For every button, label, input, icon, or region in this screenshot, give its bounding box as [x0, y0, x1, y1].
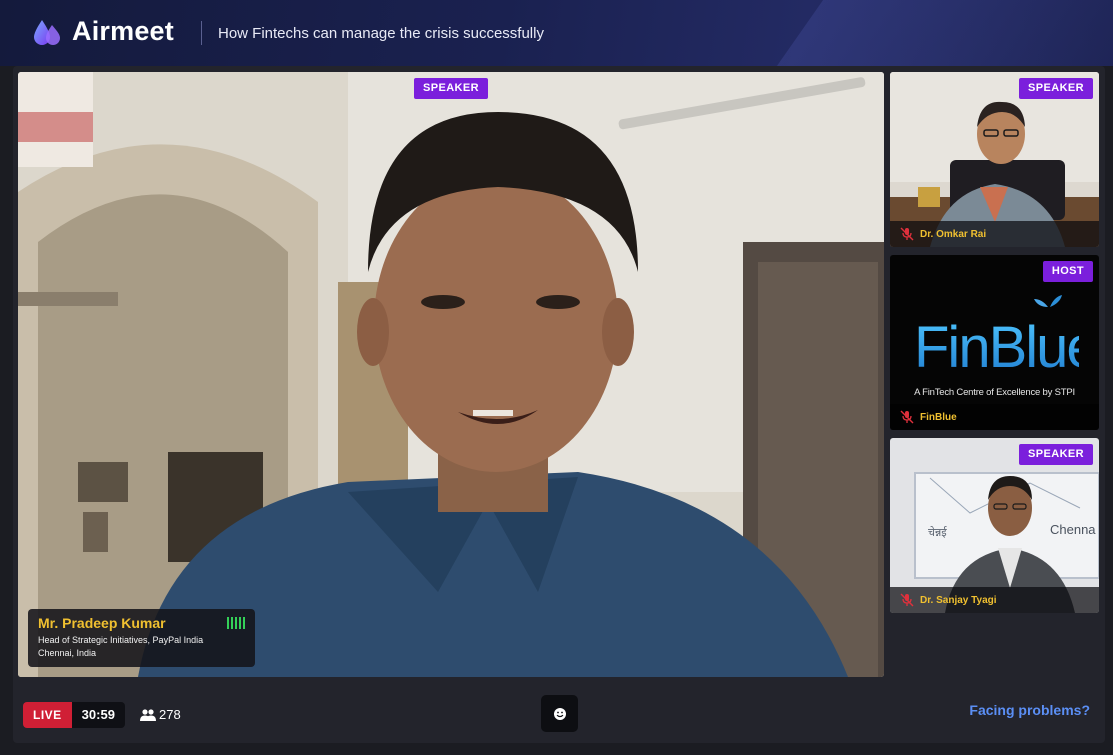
speaker-location: Chennai, India [38, 648, 97, 658]
banner-text: Chenna [1050, 522, 1096, 537]
audio-level-icon [227, 617, 245, 629]
speaker-name-card: Mr. Pradeep Kumar Head of Strategic Init… [28, 609, 255, 667]
finblue-logo-graphic: FinBlue [914, 295, 1099, 380]
people-icon [140, 708, 156, 721]
airmeet-logo-icon [34, 19, 60, 45]
attendee-count[interactable]: 278 [140, 707, 181, 722]
host-role-badge: HOST [1042, 261, 1093, 282]
brand-name: Airmeet [72, 16, 174, 46]
participant-name-strip: Dr. Omkar Rai [890, 221, 1099, 247]
participant-role-badge: SPEAKER [1019, 78, 1093, 99]
mic-muted-icon [900, 227, 914, 241]
participant-role-badge: SPEAKER [1019, 444, 1093, 465]
main-speaker-tile[interactable]: SPEAKER Mr. Pradeep Kumar Head of Strate… [18, 72, 884, 677]
live-status: LIVE 30:59 [23, 702, 125, 728]
top-bar: Airmeet How Fintechs can manage the cris… [0, 0, 1113, 66]
header-decoration [776, 0, 1113, 66]
facing-problems-link[interactable]: Facing problems? [969, 702, 1090, 718]
participant-tile-3[interactable]: चेन्नई Chenna SPEAKER Dr. Sanjay Tyagi [890, 438, 1099, 613]
speaker-role-badge: SPEAKER [414, 78, 488, 99]
participant-tile-1[interactable]: SPEAKER Dr. Omkar Rai [890, 72, 1099, 247]
participant-name-strip: Dr. Sanjay Tyagi [890, 587, 1099, 613]
speaker-designation: Head of Strategic Initiatives, PayPal In… [38, 635, 204, 645]
speaker-video-feed [18, 72, 884, 677]
participant-tile-2[interactable]: FinBlue A FinTech Centre of Excellence b… [890, 255, 1099, 430]
brand[interactable]: Airmeet [32, 16, 174, 47]
reaction-button[interactable] [541, 695, 578, 732]
participant-name-strip: FinBlue [890, 404, 1099, 430]
participant-name: FinBlue [920, 411, 957, 423]
mic-muted-icon [900, 410, 914, 424]
banner-hindi-text: चेन्नई [928, 526, 948, 539]
attendee-count-value: 278 [159, 707, 181, 722]
speaker-name: Mr. Pradeep Kumar [38, 615, 166, 631]
event-title: How Fintechs can manage the crisis succe… [218, 25, 544, 42]
header-divider [201, 21, 202, 45]
participant-name: Dr. Omkar Rai [920, 228, 987, 240]
session-timer: 30:59 [71, 702, 125, 728]
smiley-icon [553, 707, 566, 720]
live-badge: LIVE [23, 702, 72, 728]
finblue-tagline: A FinTech Centre of Excellence by STPI [914, 387, 1075, 398]
participant-name: Dr. Sanjay Tyagi [920, 594, 997, 606]
finblue-logo: FinBlue [914, 293, 1099, 388]
finblue-logo-text: FinBlue [914, 315, 1079, 380]
mic-muted-icon [900, 593, 914, 607]
